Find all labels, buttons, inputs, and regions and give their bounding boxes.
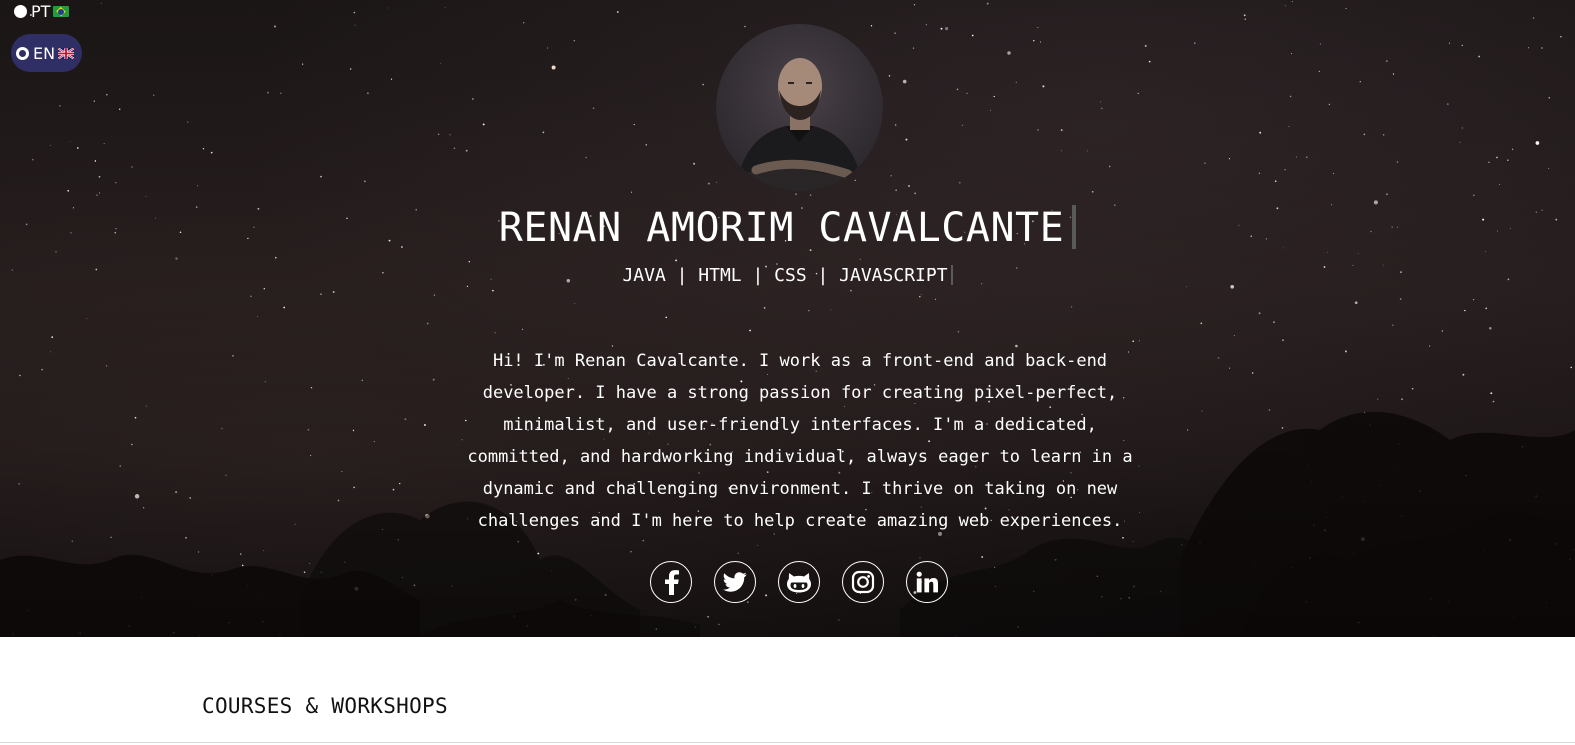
instagram-link[interactable] (842, 561, 884, 603)
language-option-en[interactable]: EN (11, 34, 83, 72)
language-option-pt[interactable]: PT (14, 1, 70, 21)
github-icon (787, 573, 811, 593)
person-silhouette (736, 58, 863, 191)
twitter-link[interactable] (714, 561, 756, 603)
profile-name: RENAN AMORIM CAVALCANTE (0, 202, 1575, 254)
facebook-icon (665, 570, 679, 595)
profile-skills-text: JAVA | HTML | CSS | JAVASCRIPT (622, 265, 948, 286)
linkedin-link[interactable] (906, 561, 948, 603)
typing-cursor (1072, 205, 1077, 249)
brazil-flag-icon (53, 5, 70, 17)
uk-flag-icon (58, 47, 75, 59)
linkedin-icon (916, 571, 938, 593)
social-links (650, 561, 948, 603)
github-link[interactable] (778, 561, 820, 603)
courses-section-title: COURSES & WORKSHOPS (202, 694, 448, 718)
instagram-icon (851, 570, 875, 594)
facebook-link[interactable] (650, 561, 692, 603)
language-code-en: EN (33, 43, 56, 63)
section-divider (0, 742, 1575, 743)
radio-en[interactable] (16, 46, 29, 60)
twitter-icon (723, 572, 747, 592)
profile-name-text: RENAN AMORIM CAVALCANTE (498, 205, 1065, 251)
profile-skills: JAVA | HTML | CSS | JAVASCRIPT (0, 263, 1575, 289)
radio-pt[interactable] (14, 4, 27, 18)
profile-bio: Hi! I'm Renan Cavalcante. I work as a fr… (467, 351, 1133, 531)
language-code-pt: PT (31, 1, 51, 21)
typing-cursor-small (950, 265, 953, 285)
profile-avatar (716, 24, 883, 191)
